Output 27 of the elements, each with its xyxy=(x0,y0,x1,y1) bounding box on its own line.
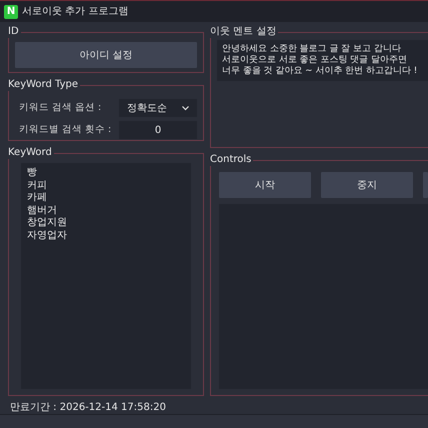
group-title: 이웃 멘트 설정 xyxy=(210,26,278,38)
keyword-item: 창업지원 xyxy=(27,217,68,230)
window-title: 서로이웃 추가 프로그램 xyxy=(22,5,128,19)
field-label: 키워드별 검색 횟수 : xyxy=(19,122,112,137)
comment-text-area[interactable]: 안녕하세요 소중한 블로그 글 잘 보고 갑니다 서로이웃으로 서로 좋은 포스팅 댓글 달아주면 너무 좋을 것 같아요 ~ 서이추 한번 하고갑니다 ! xyxy=(217,40,428,81)
search-count-field[interactable]: 0 xyxy=(119,121,197,139)
keyword-item: 커피 xyxy=(27,180,48,192)
app-logo-icon: N xyxy=(4,4,18,18)
field-label: 키워드 검색 옵션 : xyxy=(19,100,102,115)
keyword-item: 빵 xyxy=(27,167,38,180)
group-title: ID xyxy=(8,26,20,38)
keyword-item: 카페 xyxy=(27,192,48,204)
keyword-item: 자영업자 xyxy=(27,230,68,242)
expiry-date-text: 만료기간 : 2026-12-14 17:58:20 xyxy=(10,402,166,413)
keyword-item: 햄버거 xyxy=(27,204,58,217)
group-title: KeyWord xyxy=(8,147,53,159)
group-title: KeyWord Type xyxy=(8,79,79,91)
keyword-list[interactable]: 빵 커피 카페 햄버거 창업지원 자영업자 xyxy=(21,163,191,389)
control-button[interactable] xyxy=(423,172,428,198)
chevron-down-icon xyxy=(182,106,189,110)
stop-button[interactable]: 중지 xyxy=(321,172,413,198)
comment-line: 서로이웃으로 서로 좋은 포스팅 댓글 달아주면 xyxy=(222,54,408,66)
start-button[interactable]: 시작 xyxy=(219,172,311,198)
comment-line: 너무 좋을 것 같아요 ~ 서이추 한번 하고갑니다 ! xyxy=(222,66,418,77)
comment-line: 안녕하세요 소중한 블로그 글 잘 보고 갑니다 xyxy=(222,44,402,55)
search-option-dropdown[interactable]: 정확도순 xyxy=(119,99,197,117)
id-settings-button[interactable]: 아이디 설정 xyxy=(15,42,197,68)
